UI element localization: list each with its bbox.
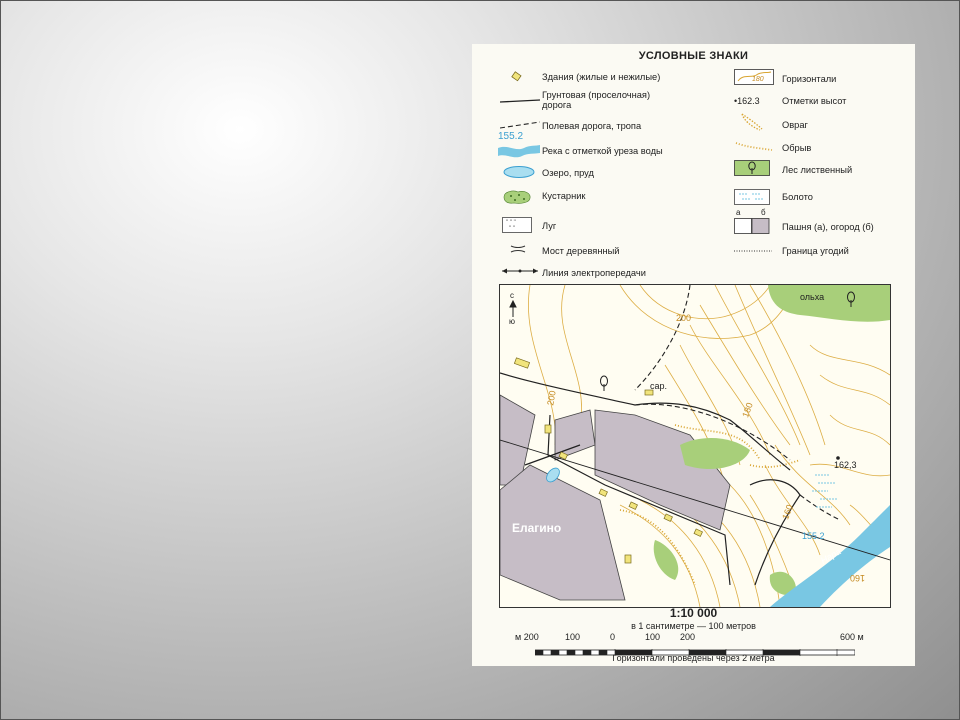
legend-label-shrub: Кустарник (542, 191, 586, 201)
field-road-icon (500, 120, 540, 130)
legend-title: УСЛОВНЫЕ ЗНАКИ (638, 50, 749, 62)
compass-north: с (510, 291, 514, 300)
river-level-value: 155.2 (498, 131, 524, 142)
lake-icon (502, 165, 536, 179)
legend-label-field-road: Полевая дорога, тропа (542, 121, 642, 131)
map-label-contour-200: 200 (676, 313, 692, 323)
scale-tick-600: 600 м (840, 632, 864, 642)
svg-text:180: 180 (752, 76, 764, 83)
building-icon (510, 71, 524, 83)
legend-label-forest: Лес лиственный (782, 165, 853, 175)
scale-tick-0: 0 (610, 632, 616, 642)
field-sub-a: а (736, 208, 741, 217)
legend-label-dirt-road: Грунтовая (проселочная) дорога (542, 90, 651, 110)
scale-tick-100: 100 (645, 632, 661, 642)
alder-forest-area (768, 285, 890, 322)
legend-label-meadow: Луг (542, 221, 557, 231)
scale-tick-100-left: 100 (565, 632, 581, 642)
legend-label-field: Пашня (а), огород (б) (782, 222, 874, 232)
scale-description: в 1 сантиметре — 100 метров (631, 621, 756, 631)
legend-label-ravine: Овраг (782, 120, 808, 130)
river-icon (498, 142, 540, 160)
legend-label-cliff: Обрыв (782, 143, 812, 153)
shrub-icon (502, 189, 532, 205)
map-label-spot-height: 162,3 (834, 460, 857, 470)
bridge-icon (510, 244, 526, 254)
field-block-3 (594, 409, 731, 531)
ravine-icon (738, 112, 768, 132)
spot-height-value: 162.3 (737, 96, 760, 106)
contour-interval-note: Горизонтали проведены через 2 метра (612, 653, 775, 663)
topographic-map-sheet: УСЛОВНЫЕ ЗНАКИ Здания (жилые и нежилые) … (472, 44, 915, 666)
dirt-road-icon (500, 99, 540, 105)
shrub-area-2 (653, 540, 679, 580)
legend-label-powerline: Линия электропередачи (542, 268, 646, 278)
legend-label-bridge: Мост деревянный (542, 246, 620, 256)
scale-tick-200: 200 (680, 632, 696, 642)
map-label-village: Елагино (512, 521, 562, 535)
compass-arrow (509, 299, 517, 317)
field-garden-icon (734, 218, 770, 234)
swamp-area (812, 474, 838, 508)
scale-tick-m200: м 200 (515, 632, 539, 642)
legend-label-buildings: Здания (жилые и нежилые) (542, 72, 661, 82)
map-label-shed: сар. (650, 381, 668, 391)
legend-label-contours: Горизонтали (782, 74, 837, 84)
svg-text:" ": " " (509, 226, 515, 232)
meadow-icon: " " " " " (502, 217, 532, 233)
deciduous-forest-icon (734, 160, 770, 176)
scale-ratio: 1:10 000 (669, 606, 718, 620)
legend-label-lake: Озеро, пруд (542, 168, 594, 178)
map-label-alder: ольха (800, 292, 825, 302)
spot-height-icon: •162.3 (734, 96, 760, 106)
legend-label-spot-heights: Отметки высот (782, 96, 847, 106)
map-label-water-level: 155.2 (802, 531, 825, 541)
field-sub-b: б (761, 208, 766, 217)
map-label-contour-160b: 160 (850, 573, 866, 583)
contour-icon: 180 (734, 69, 774, 85)
powerline-icon (500, 267, 540, 275)
legend-label-boundary: Граница угодий (782, 246, 849, 256)
map-area: с ю ольха сар. Елагино 162,3 155.2 Нара … (499, 284, 891, 608)
land-boundary-icon (734, 248, 772, 254)
legend-label-river: Река с отметкой уреза воды (542, 146, 663, 156)
compass-south: ю (509, 317, 515, 326)
legend-label-swamp: Болото (782, 192, 813, 202)
swamp-icon (734, 189, 770, 205)
cliff-icon (734, 139, 774, 153)
